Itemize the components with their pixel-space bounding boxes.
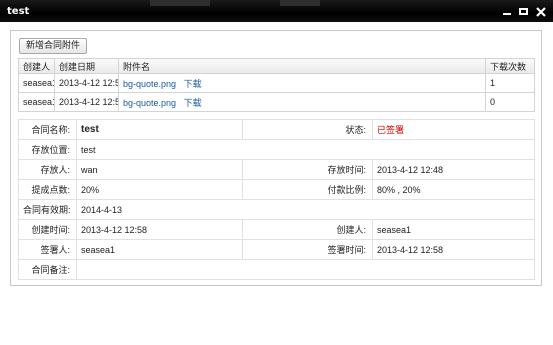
- creator-label: 创建人:: [242, 219, 373, 240]
- detail-row: 签署人: seasea1 签署时间: 2013-4-12 12:58: [18, 239, 535, 260]
- window-titlebar[interactable]: test: [0, 0, 553, 22]
- cell-file-name: bg-quote.png 下载: [118, 73, 486, 93]
- contract-name-label: 合同名称:: [18, 119, 77, 140]
- stored-time-label: 存放时间:: [242, 159, 373, 180]
- add-attachment-button[interactable]: 新增合同附件: [19, 38, 87, 54]
- col-header-created-date[interactable]: 创建日期: [54, 58, 119, 74]
- window-controls: [500, 5, 547, 18]
- remarks-label: 合同备注:: [18, 259, 77, 280]
- close-icon[interactable]: [534, 5, 547, 18]
- file-link[interactable]: bg-quote.png: [123, 98, 176, 108]
- payment-ratio-label: 付款比例:: [242, 179, 373, 200]
- detail-row: 合同有效期: 2014-4-13: [18, 199, 535, 220]
- commission-value: 20%: [76, 179, 243, 200]
- keeper-value: wan: [76, 159, 243, 180]
- signed-time-label: 签署时间:: [242, 239, 373, 260]
- titlebar-shadow: [280, 0, 320, 6]
- cell-creator: seasea1: [18, 73, 55, 93]
- table-row[interactable]: seasea1 2013-4-12 12:58 bg-quote.png 下载 …: [18, 73, 535, 93]
- keeper-label: 存放人:: [18, 159, 77, 180]
- file-link[interactable]: bg-quote.png: [123, 79, 176, 89]
- created-time-value: 2013-4-12 12:58: [76, 219, 243, 240]
- col-header-creator[interactable]: 创建人: [18, 58, 55, 74]
- download-link[interactable]: 下载: [184, 79, 202, 89]
- valid-until-label: 合同有效期:: [18, 199, 77, 220]
- detail-row: 创建时间: 2013-4-12 12:58 创建人: seasea1: [18, 219, 535, 240]
- contract-panel: 新增合同附件 创建人 创建日期 附件名 下载次数 seasea1 2013-4-…: [10, 30, 542, 286]
- created-time-label: 创建时间:: [18, 219, 77, 240]
- detail-row: 合同备注:: [18, 259, 535, 280]
- signer-value: seasea1: [76, 239, 243, 260]
- window-title: test: [7, 6, 30, 17]
- detail-row: 提成点数: 20% 付款比例: 80% , 20%: [18, 179, 535, 200]
- table-header-row: 创建人 创建日期 附件名 下载次数: [18, 58, 535, 74]
- cell-created-date: 2013-4-12 12:58: [54, 92, 119, 112]
- download-link[interactable]: 下载: [184, 98, 202, 108]
- cell-file-name: bg-quote.png 下载: [118, 92, 486, 112]
- payment-ratio-value: 80% , 20%: [372, 179, 535, 200]
- attachment-table: 创建人 创建日期 附件名 下载次数 seasea1 2013-4-12 12:5…: [18, 58, 535, 112]
- status-badge: 已签署: [372, 119, 535, 140]
- col-header-file-name[interactable]: 附件名: [118, 58, 486, 74]
- valid-until-value: 2014-4-13: [76, 199, 535, 220]
- detail-row: 存放位置: test: [18, 139, 535, 160]
- cell-download-count: 1: [485, 73, 535, 93]
- detail-row: 合同名称: test 状态: 已签署: [18, 119, 535, 140]
- cell-download-count: 0: [485, 92, 535, 112]
- table-row[interactable]: seasea1 2013-4-12 12:58 bg-quote.png 下载 …: [18, 92, 535, 112]
- commission-label: 提成点数:: [18, 179, 77, 200]
- creator-value: seasea1: [372, 219, 535, 240]
- signer-label: 签署人:: [18, 239, 77, 260]
- location-value: test: [76, 139, 535, 160]
- detail-row: 存放人: wan 存放时间: 2013-4-12 12:48: [18, 159, 535, 180]
- status-label: 状态:: [242, 119, 373, 140]
- titlebar-shadow: [150, 0, 210, 6]
- stored-time-value: 2013-4-12 12:48: [372, 159, 535, 180]
- maximize-icon[interactable]: [517, 5, 530, 18]
- col-header-download-count[interactable]: 下载次数: [485, 58, 535, 74]
- minimize-icon[interactable]: [500, 5, 513, 18]
- location-label: 存放位置:: [18, 139, 77, 160]
- contract-detail-table: 合同名称: test 状态: 已签署 存放位置: test 存放人: wan 存…: [18, 119, 535, 280]
- contract-name-value: test: [76, 119, 243, 140]
- remarks-value: [76, 259, 535, 280]
- cell-created-date: 2013-4-12 12:58: [54, 73, 119, 93]
- cell-creator: seasea1: [18, 92, 55, 112]
- signed-time-value: 2013-4-12 12:58: [372, 239, 535, 260]
